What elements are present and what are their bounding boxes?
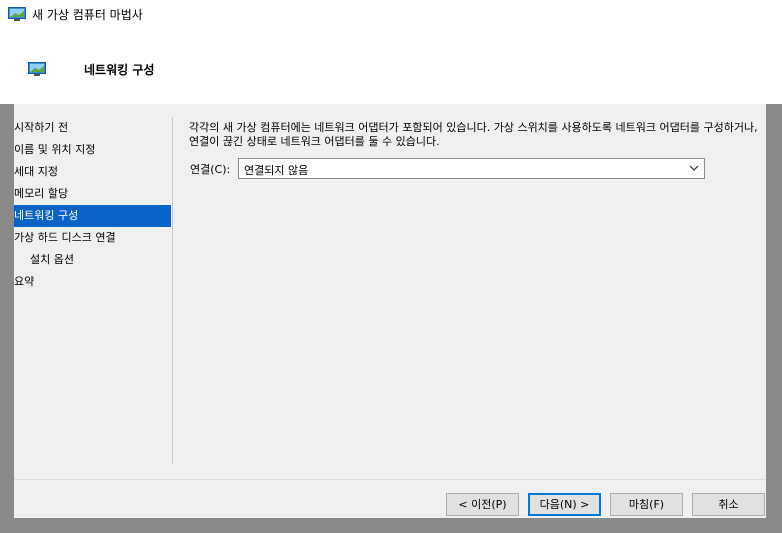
- step-before-you-begin[interactable]: 시작하기 전: [14, 117, 171, 139]
- wizard-step-list: 시작하기 전 이름 및 위치 지정 세대 지정 메모리 할당 네트워킹 구성 가…: [14, 117, 171, 293]
- chevron-down-icon: [689, 165, 699, 171]
- connection-label: 연결(C):: [190, 163, 231, 176]
- background-edge-bottom: [0, 518, 782, 533]
- step-virtual-hard-disk[interactable]: 가상 하드 디스크 연결: [14, 227, 171, 249]
- connection-value: 연결되지 않음: [244, 164, 309, 177]
- page-header: 네트워킹 구성: [0, 30, 782, 104]
- button-divider: [14, 479, 766, 480]
- finish-button[interactable]: 마침(F): [610, 493, 683, 516]
- step-networking[interactable]: 네트워킹 구성: [14, 205, 171, 227]
- title-bar: 새 가상 컴퓨터 마법사: [0, 0, 782, 30]
- connection-dropdown[interactable]: 연결되지 않음: [238, 158, 705, 179]
- wizard-window: 새 가상 컴퓨터 마법사 네트워킹 구성 시작하기 전 이름 및 위치 지정 세…: [0, 0, 782, 533]
- step-memory[interactable]: 메모리 할당: [14, 183, 171, 205]
- step-installation-options[interactable]: 설치 옵션: [14, 249, 171, 271]
- step-name-location[interactable]: 이름 및 위치 지정: [14, 139, 171, 161]
- cancel-button[interactable]: 취소: [692, 493, 765, 516]
- window-title: 새 가상 컴퓨터 마법사: [32, 8, 143, 22]
- step-summary[interactable]: 요약: [14, 271, 171, 293]
- monitor-icon: [28, 62, 46, 76]
- step-generation[interactable]: 세대 지정: [14, 161, 171, 183]
- nav-divider: [172, 117, 173, 464]
- previous-button[interactable]: < 이전(P): [446, 493, 519, 516]
- page-title: 네트워킹 구성: [84, 63, 155, 77]
- monitor-icon: [8, 7, 26, 21]
- background-edge-left: [0, 104, 14, 533]
- background-edge-right: [766, 104, 782, 533]
- networking-description: 각각의 새 가상 컴퓨터에는 네트워크 어댑터가 포함되어 있습니다. 가상 스…: [189, 121, 758, 148]
- next-button[interactable]: 다음(N) >: [528, 493, 601, 516]
